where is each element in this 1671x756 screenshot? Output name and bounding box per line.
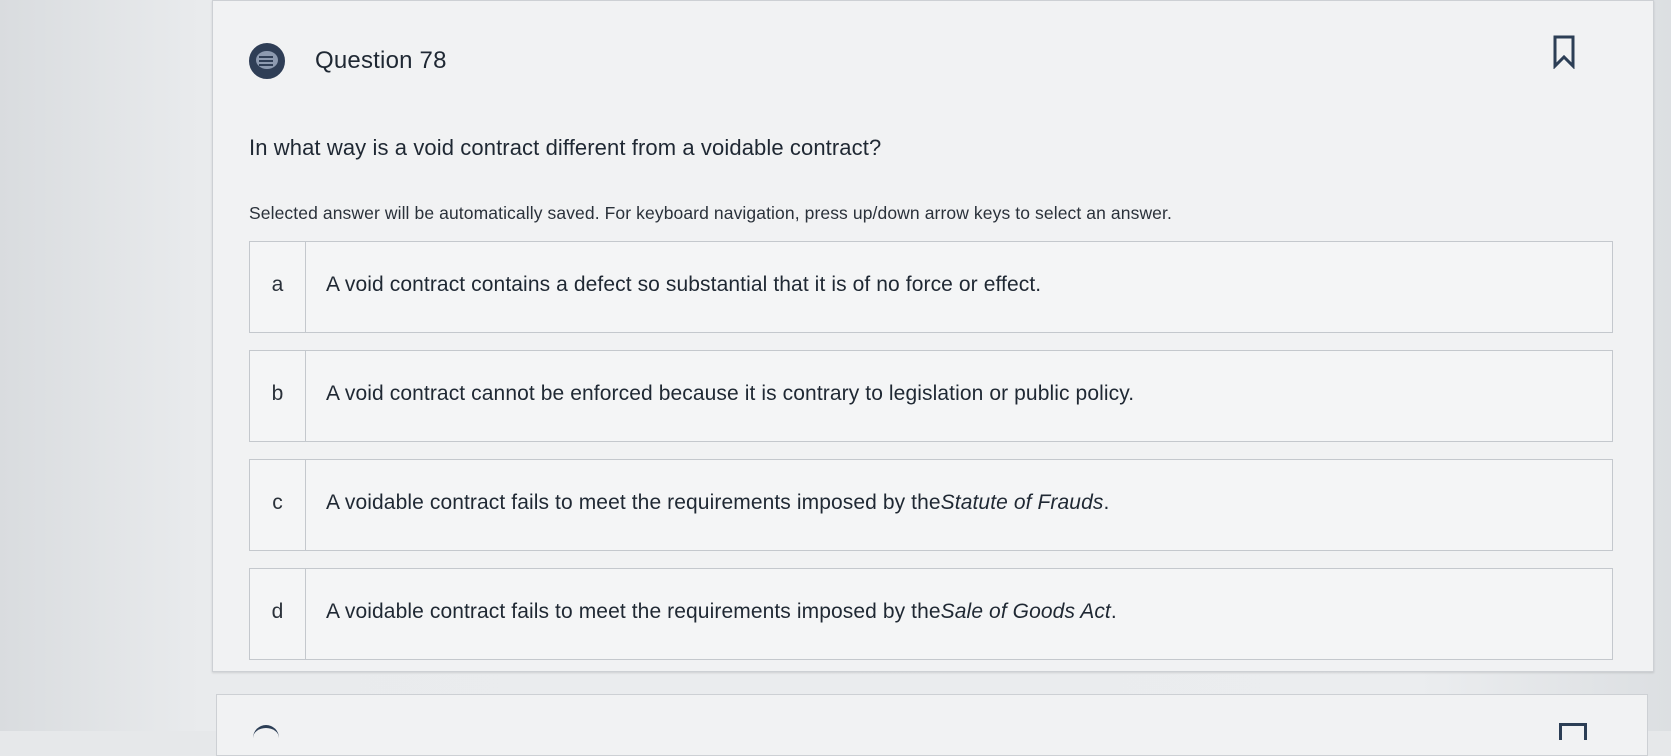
bookmark-icon[interactable] <box>1553 35 1575 70</box>
answer-option-b[interactable]: b A void contract cannot be enforced bec… <box>249 350 1613 442</box>
option-text: A voidable contract fails to meet the re… <box>306 460 1612 550</box>
next-question-icon <box>253 725 279 738</box>
option-letter: b <box>250 351 306 441</box>
question-card: Question 78 In what way is a void contra… <box>212 0 1654 672</box>
option-text-main: A voidable contract fails to meet the re… <box>326 600 941 623</box>
option-text: A void contract contains a defect so sub… <box>306 242 1612 332</box>
next-bookmark-icon[interactable] <box>1559 723 1587 740</box>
option-letter: c <box>250 460 306 550</box>
option-text-end: . <box>1110 600 1117 623</box>
bookmark-icon-svg <box>1553 35 1575 70</box>
next-question-card <box>216 694 1648 756</box>
option-text-end: . <box>1103 491 1110 514</box>
answer-option-a[interactable]: a A void contract contains a defect so s… <box>249 241 1613 333</box>
option-text-italic: Sale of Goods Act <box>940 600 1111 623</box>
question-list-icon <box>249 43 285 79</box>
answer-option-c[interactable]: c A voidable contract fails to meet the … <box>249 459 1613 551</box>
question-header: Question 78 <box>249 39 447 83</box>
option-text-main: A voidable contract fails to meet the re… <box>326 491 941 514</box>
question-list-icon-lines <box>259 56 273 66</box>
option-text: A void contract cannot be enforced becau… <box>306 351 1612 441</box>
option-text: A voidable contract fails to meet the re… <box>306 569 1612 659</box>
question-prompt: In what way is a void contract different… <box>249 135 882 160</box>
answer-options: a A void contract contains a defect so s… <box>249 241 1613 677</box>
option-text-main: A void contract cannot be enforced becau… <box>326 382 1135 405</box>
question-title: Question 78 <box>315 47 447 74</box>
answer-option-d[interactable]: d A voidable contract fails to meet the … <box>249 568 1613 660</box>
option-text-italic: Statute of Frauds <box>940 491 1104 514</box>
option-letter: a <box>250 242 306 332</box>
answer-instructions: Selected answer will be automatically sa… <box>249 203 1172 223</box>
option-text-main: A void contract contains a defect so sub… <box>326 273 1042 296</box>
option-letter: d <box>250 569 306 659</box>
